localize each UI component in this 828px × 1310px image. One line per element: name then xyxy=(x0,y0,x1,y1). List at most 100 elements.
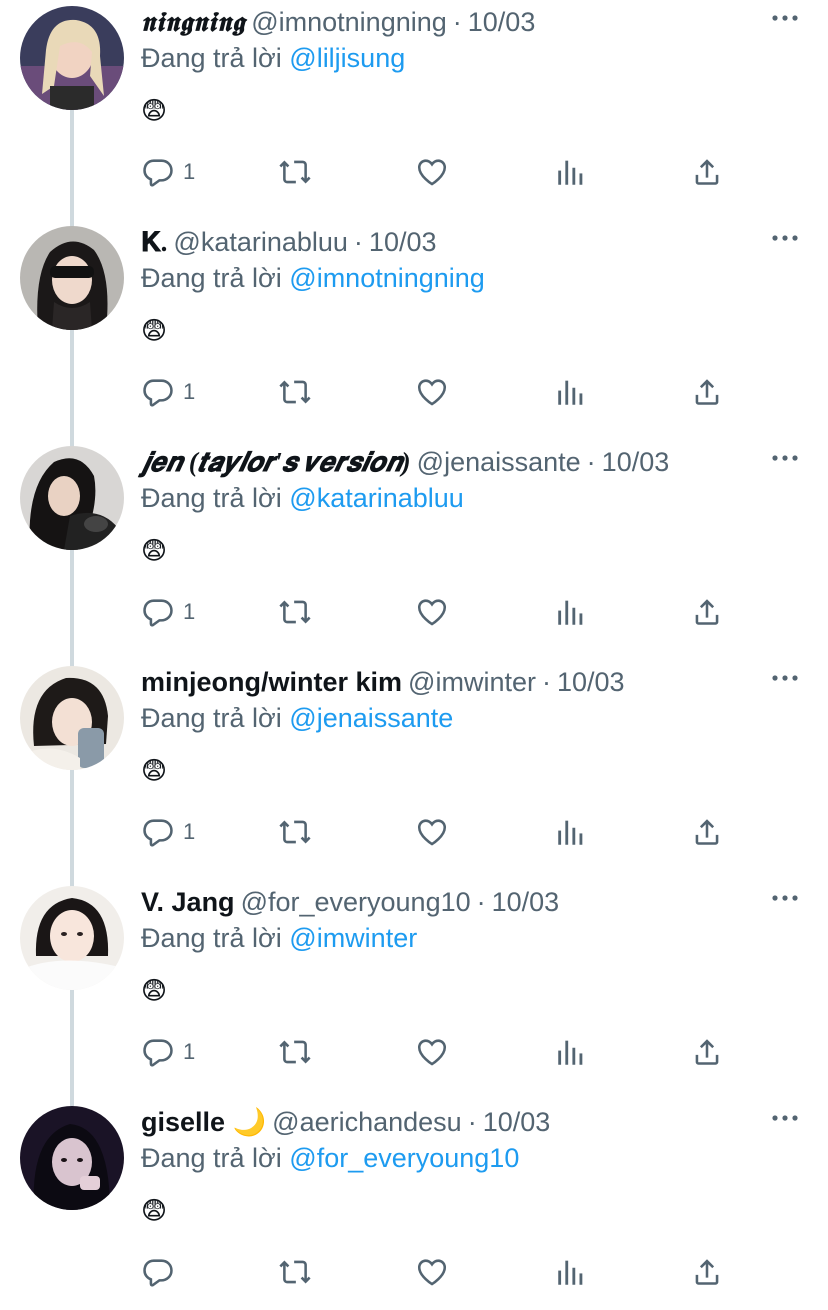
handle[interactable]: @jenaissante xyxy=(417,447,581,477)
share-button[interactable] xyxy=(690,812,724,852)
share-button[interactable] xyxy=(690,1032,724,1072)
more-horizontal-icon[interactable] xyxy=(772,230,798,241)
timestamp[interactable]: 10/03 xyxy=(468,7,536,37)
reply-mention[interactable]: @katarinabluu xyxy=(289,483,464,513)
timestamp[interactable]: 10/03 xyxy=(492,887,560,917)
share-button[interactable] xyxy=(690,1252,724,1292)
like-button[interactable] xyxy=(415,372,449,412)
avatar[interactable] xyxy=(20,886,124,990)
share-button[interactable] xyxy=(690,152,724,192)
retweet-button[interactable] xyxy=(277,152,313,192)
reply-prefix: Đang trả lời xyxy=(141,1143,282,1173)
reply-button[interactable]: 1 xyxy=(141,1032,195,1072)
reply-context: Đang trả lời @jenaissante xyxy=(141,700,453,736)
reply-mention[interactable]: @jenaissante xyxy=(289,703,453,733)
reply-context: Đang trả lời @katarinabluu xyxy=(141,480,464,516)
reply-button[interactable] xyxy=(141,1252,183,1292)
reply-button[interactable]: 1 xyxy=(141,592,195,632)
heart-icon xyxy=(417,159,447,186)
handle[interactable]: @katarinabluu xyxy=(173,227,348,257)
tweet-header: 𝐊. @katarinabluu · 10/03 xyxy=(141,224,768,260)
display-name[interactable]: giselle 🌙 xyxy=(141,1107,266,1137)
more-horizontal-icon[interactable] xyxy=(772,890,798,901)
tweet[interactable]: giselle 🌙 @aerichandesu · 10/03 Đang trả lờ… xyxy=(0,1100,828,1310)
more-horizontal-icon[interactable] xyxy=(772,1110,798,1121)
retweet-icon xyxy=(279,1040,311,1064)
reply-prefix: Đang trả lời xyxy=(141,263,282,293)
reply-button[interactable]: 1 xyxy=(141,812,195,852)
more-horizontal-icon[interactable] xyxy=(772,10,798,21)
avatar[interactable] xyxy=(20,666,124,770)
retweet-button[interactable] xyxy=(277,372,313,412)
display-name[interactable]: 𝐊. xyxy=(141,227,167,257)
tweet-text: 😨 xyxy=(141,536,168,565)
tweet[interactable]: 𝐊. @katarinabluu · 10/03 Đang trả lời @imno… xyxy=(0,220,828,440)
views-button[interactable] xyxy=(554,1032,588,1072)
display-name[interactable]: 𝒋𝒆𝒏 (𝒕𝒂𝒚𝒍𝒐𝒓'𝒔 𝒗𝒆𝒓𝒔𝒊𝒐𝒏) xyxy=(141,447,411,477)
retweet-button[interactable] xyxy=(277,592,313,632)
retweet-button[interactable] xyxy=(277,812,313,852)
avatar[interactable] xyxy=(20,1106,124,1210)
retweet-button[interactable] xyxy=(277,1252,313,1292)
views-button[interactable] xyxy=(554,1252,588,1292)
display-name[interactable]: minjeong/winter kim xyxy=(141,667,402,697)
tweet[interactable]: 𝒋𝒆𝒏 (𝒕𝒂𝒚𝒍𝒐𝒓'𝒔 𝒗𝒆𝒓𝒔𝒊𝒐𝒏) @jenaissante · 10/03… xyxy=(0,440,828,660)
reply-icon xyxy=(143,1039,173,1067)
views-button[interactable] xyxy=(554,592,588,632)
separator-dot: · xyxy=(541,667,551,697)
avatar[interactable] xyxy=(20,226,124,330)
reply-mention[interactable]: @liljisung xyxy=(289,43,405,73)
reply-count: 1 xyxy=(183,1039,196,1064)
reply-mention[interactable]: @for_everyoung10 xyxy=(289,1143,519,1173)
retweet-button[interactable] xyxy=(277,1032,313,1072)
more-horizontal-icon[interactable] xyxy=(772,450,798,461)
tweet-header: minjeong/winter kim @imwinter · 10/03 xyxy=(141,664,768,700)
share-button[interactable] xyxy=(690,372,724,412)
more-horizontal-icon[interactable] xyxy=(772,670,798,681)
views-button[interactable] xyxy=(554,372,588,412)
reply-mention[interactable]: @imwinter xyxy=(289,923,417,953)
like-button[interactable] xyxy=(415,1252,449,1292)
share-button[interactable] xyxy=(690,592,724,632)
tweet-text: 😨 xyxy=(141,976,168,1005)
reply-mention[interactable]: @imnotningning xyxy=(289,263,485,293)
reply-context: Đang trả lời @imwinter xyxy=(141,920,417,956)
reply-count: 1 xyxy=(183,599,196,624)
like-button[interactable] xyxy=(415,152,449,192)
handle[interactable]: @aerichandesu xyxy=(272,1107,462,1137)
handle[interactable]: @imwinter xyxy=(408,667,536,697)
reply-button[interactable]: 1 xyxy=(141,152,195,192)
like-button[interactable] xyxy=(415,592,449,632)
timestamp[interactable]: 10/03 xyxy=(557,667,625,697)
reply-prefix: Đang trả lời xyxy=(141,43,282,73)
like-button[interactable] xyxy=(415,812,449,852)
timestamp[interactable]: 10/03 xyxy=(369,227,437,257)
reply-button[interactable]: 1 xyxy=(141,372,195,412)
heart-icon xyxy=(417,1039,447,1066)
timestamp[interactable]: 10/03 xyxy=(483,1107,551,1137)
tweet[interactable]: V. Jang @for_everyoung10 · 10/03 Đang trả l… xyxy=(0,880,828,1100)
action-bar: 1 xyxy=(0,372,828,412)
reply-icon xyxy=(143,819,173,847)
tweet[interactable]: minjeong/winter kim @imwinter · 10/03 Đang … xyxy=(0,660,828,880)
handle[interactable]: @for_everyoung10 xyxy=(241,887,471,917)
avatar[interactable] xyxy=(20,446,124,550)
avatar[interactable] xyxy=(20,6,124,110)
views-button[interactable] xyxy=(554,812,588,852)
display-name[interactable]: V. Jang xyxy=(141,887,235,917)
timestamp[interactable]: 10/03 xyxy=(602,447,670,477)
views-button[interactable] xyxy=(554,152,588,192)
tweet-text: 😨 xyxy=(141,316,168,345)
views-icon xyxy=(558,1040,583,1065)
reply-context: Đang trả lời @imnotningning xyxy=(141,260,485,296)
heart-icon xyxy=(417,379,447,406)
tweet-header: 𝒋𝒆𝒏 (𝒕𝒂𝒚𝒍𝒐𝒓'𝒔 𝒗𝒆𝒓𝒔𝒊𝒐𝒏) @jenaissante · 10/03 xyxy=(141,444,768,480)
retweet-icon xyxy=(279,160,311,184)
like-button[interactable] xyxy=(415,1032,449,1072)
views-icon xyxy=(558,600,583,625)
handle[interactable]: @imnotningning xyxy=(251,7,447,37)
display-name[interactable]: 𝖓𝖎𝖓𝖌𝖓𝖎𝖓𝖌 xyxy=(141,7,245,38)
views-icon xyxy=(558,820,583,845)
tweet[interactable]: 𝖓𝖎𝖓𝖌𝖓𝖎𝖓𝖌 @imnotningning · 10/03 Đang trả lờ… xyxy=(0,0,828,220)
reply-icon xyxy=(143,1259,173,1287)
